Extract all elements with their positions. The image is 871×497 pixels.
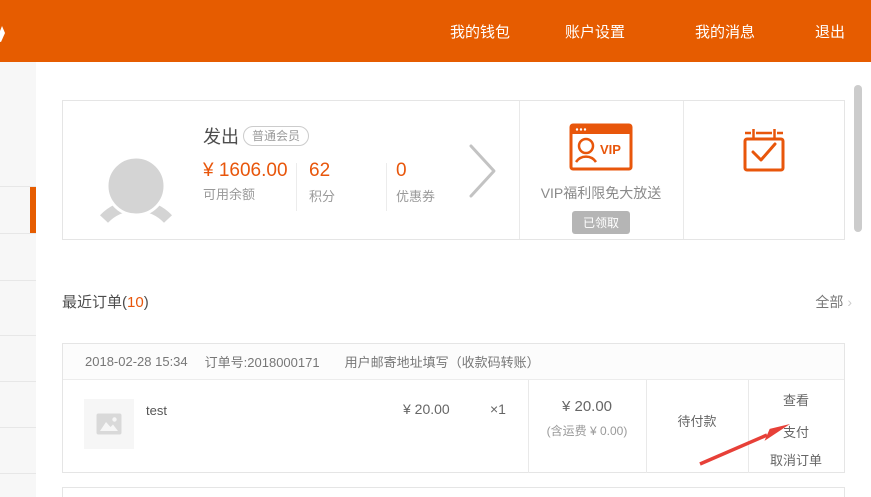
coupons-stat: 0 优惠券 [396,159,435,205]
svg-text:VIP: VIP [600,142,621,157]
avatar[interactable] [98,151,174,227]
sidebar-active-indicator[interactable] [30,187,36,233]
product-name[interactable]: test [146,403,167,418]
nav-my-messages[interactable]: 我的消息 [695,21,755,42]
claimed-badge[interactable]: 已领取 [572,211,630,234]
order-body: test ¥ 20.00 ×1 ¥ 20.00 (含运费 ¥ 0.00) 待付款… [63,380,844,473]
points-value: 62 [309,159,335,182]
nav-my-wallet[interactable]: 我的钱包 [450,21,510,42]
image-placeholder-icon [96,413,122,435]
check-in-promo [683,101,844,239]
coupons-label: 优惠券 [396,186,435,205]
balance-value: ¥ 1606.00 [203,159,298,182]
top-header: 我的钱包 账户设置 我的消息 退出 [0,0,871,62]
balance-stat: ¥ 1606.00 可用余额 [203,159,298,203]
vip-promo-title: VIP福利限免大放送 [519,183,683,203]
shipping-note: (含运费 ¥ 0.00) [528,422,646,439]
order-card: 2018-02-28 15:34 订单号:2018000171 用户邮寄地址填写… [62,343,845,473]
order-header: 2018-02-28 15:34 订单号:2018000171 用户邮寄地址填写… [63,344,844,380]
stat-divider [296,163,297,211]
header-nav: 我的钱包 账户设置 我的消息 退出 [450,0,871,62]
nav-account-settings[interactable]: 账户设置 [565,21,625,42]
vip-browser-icon: VIP [569,123,633,171]
orders-count: 10 [127,294,144,311]
balance-label: 可用余额 [203,184,298,203]
chevron-right-icon[interactable] [468,143,498,199]
view-all-link[interactable]: 全部› [815,292,852,312]
sidebar-divider [0,280,36,281]
sidebar-divider [0,427,36,428]
sidebar-divider [0,473,36,474]
order-status: 待付款 [646,411,748,430]
points-stat: 62 积分 [309,159,335,205]
product-quantity: ×1 [490,401,506,417]
chevron-right-small-icon: › [847,294,852,310]
order-note: 用户邮寄地址填写（收款码转账） [345,352,540,371]
sidebar-divider [0,233,36,234]
sidebar-divider [0,335,36,336]
vip-promo[interactable]: VIP VIP福利限免大放送 已领取 [519,101,683,239]
order-total: ¥ 20.00 [528,398,646,415]
sidebar [0,62,36,497]
order-total-cell: ¥ 20.00 (含运费 ¥ 0.00) [528,398,646,439]
order-actions: 查看 支付 取消订单 [748,380,844,473]
pay-order-link[interactable]: 支付 [748,422,844,441]
next-order-card-edge [62,487,845,497]
member-level-badge: 普通会员 [243,126,309,146]
calendar-check-icon[interactable] [741,128,787,174]
order-datetime: 2018-02-28 15:34 [85,354,188,369]
user-card: 发出 普通会员 ¥ 1606.00 可用余额 62 积分 0 优惠券 VIP V… [62,100,845,240]
stat-divider [386,163,387,211]
view-order-link[interactable]: 查看 [748,390,844,409]
order-number: 订单号:2018000171 [205,352,320,371]
nav-logout[interactable]: 退出 [815,21,845,42]
points-label: 积分 [309,186,335,205]
scrollbar-thumb[interactable] [854,85,862,232]
sidebar-divider [0,381,36,382]
cancel-order-link[interactable]: 取消订单 [748,450,844,469]
product-price: ¥ 20.00 [403,401,450,417]
recent-orders-title: 最近订单(10) [62,291,149,312]
username: 发出 [203,123,239,149]
product-thumbnail[interactable] [84,399,134,449]
coupons-value: 0 [396,159,435,182]
logo-fragment [0,26,10,42]
